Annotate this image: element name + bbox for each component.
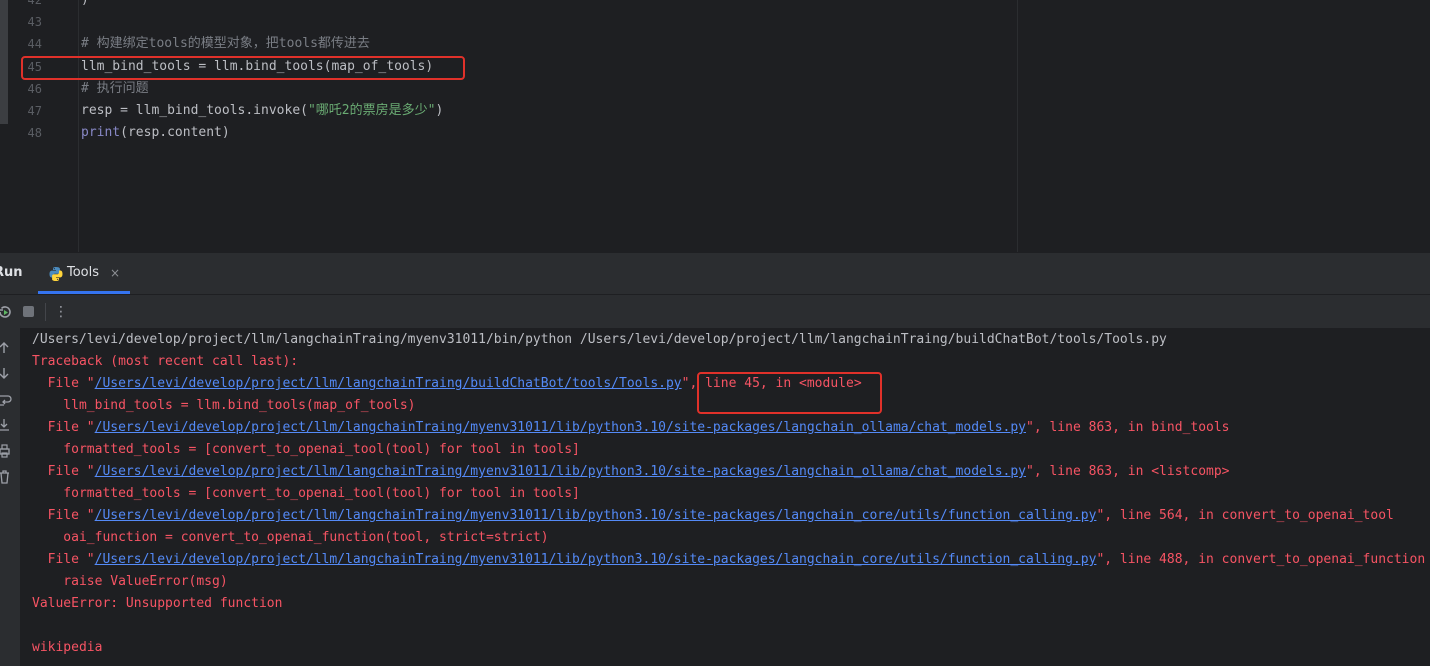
error-message: ValueError: Unsupported function (32, 596, 283, 611)
gutter-separator (78, 0, 79, 252)
more-options-icon[interactable]: ⋮ (54, 303, 68, 321)
code-line[interactable]: ) (81, 0, 89, 11)
traceback-code: llm_bind_tools = llm.bind_tools(map_of_t… (32, 398, 416, 413)
code-line[interactable]: # 执行问题 (81, 78, 149, 100)
code-text: ) (81, 0, 89, 7)
frame-mid: ", (1096, 552, 1120, 567)
console-side-toolbar (0, 328, 20, 666)
frame-mid: ", (1026, 464, 1050, 479)
console-output-text: wikipedia (32, 640, 103, 655)
code-keyword: print (81, 125, 121, 140)
traceback-code: raise ValueError(msg) (32, 574, 228, 589)
file-link[interactable]: /Users/levi/develop/project/llm/langchai… (95, 464, 1026, 479)
rerun-icon[interactable] (0, 303, 12, 321)
code-line[interactable]: resp = llm_bind_tools.invoke("哪吒2的票房是多少"… (81, 100, 443, 122)
code-comment: # 构建绑定tools的模型对象，把tools都传进去 (81, 36, 370, 51)
traceback-frame: File "/Users/levi/develop/project/llm/la… (32, 549, 1426, 571)
frame-prefix: File " (32, 376, 95, 391)
file-link[interactable]: /Users/levi/develop/project/llm/langchai… (95, 420, 1026, 435)
tab-tools[interactable]: Tools × (38, 253, 130, 295)
code-editor[interactable]: 42 43 44 45 46 47 48 ) # 构建绑定tools的模型对象，… (0, 0, 1430, 252)
traceback-frame: File "/Users/levi/develop/project/llm/la… (32, 505, 1394, 527)
run-toolbar: ⋮ (0, 294, 1430, 328)
frame-location: line 488, in convert_to_openai_function (1119, 552, 1426, 567)
traceback-code: formatted_tools = [convert_to_openai_too… (32, 442, 580, 457)
code-line[interactable]: print(resp.content) (81, 122, 230, 144)
frame-location: line 564, in convert_to_openai_tool (1119, 508, 1394, 523)
line-number: 48 (27, 126, 42, 140)
code-text: (resp.content) (120, 125, 230, 140)
frame-prefix: File " (32, 508, 95, 523)
code-string: "哪吒2的票房是多少" (307, 103, 436, 118)
file-link[interactable]: /Users/levi/develop/project/llm/langchai… (95, 376, 682, 391)
close-icon[interactable]: × (110, 266, 120, 280)
console-output[interactable]: /Users/levi/develop/project/llm/langchai… (20, 328, 1430, 666)
traceback-code: oai_function = convert_to_openai_functio… (32, 530, 549, 545)
soft-wrap-icon[interactable] (0, 393, 14, 407)
right-margin-guide (1017, 0, 1018, 252)
arrow-down-icon[interactable] (0, 366, 14, 380)
traceback-code: formatted_tools = [convert_to_openai_too… (32, 486, 580, 501)
toolbar-separator (45, 303, 46, 321)
code-line[interactable]: # 构建绑定tools的模型对象，把tools都传进去 (81, 33, 370, 55)
scroll-to-end-icon[interactable] (0, 418, 14, 432)
tab-tools-label: Tools (67, 265, 100, 280)
code-comment: # 执行问题 (81, 81, 149, 96)
file-link[interactable]: /Users/levi/develop/project/llm/langchai… (95, 508, 1097, 523)
frame-location: line 863, in bind_tools (1049, 420, 1230, 435)
frame-location: line 863, in <listcomp> (1049, 464, 1230, 479)
console-command-line: /Users/levi/develop/project/llm/langchai… (32, 332, 1167, 347)
arrow-up-icon[interactable] (0, 341, 14, 355)
line-number: 47 (27, 104, 42, 118)
run-panel-title[interactable]: Run (0, 265, 23, 280)
frame-prefix: File " (32, 552, 95, 567)
traceback-header: Traceback (most recent call last): (32, 354, 299, 369)
traceback-frame: File "/Users/levi/develop/project/llm/la… (32, 417, 1230, 439)
frame-prefix: File " (32, 420, 95, 435)
line-number: 44 (27, 37, 42, 51)
frame-prefix: File " (32, 464, 95, 479)
file-link[interactable]: /Users/levi/develop/project/llm/langchai… (95, 552, 1097, 567)
line-number: 43 (27, 15, 42, 29)
trash-icon[interactable] (0, 470, 14, 484)
annotation-box-line-45 (21, 56, 465, 80)
line-number: 42 (27, 0, 42, 7)
run-tab-bar: Run Tools × (0, 252, 1430, 294)
frame-mid: ", (1096, 508, 1120, 523)
line-number: 46 (27, 82, 42, 96)
stop-icon[interactable] (23, 306, 34, 317)
frame-mid: ", (1026, 420, 1050, 435)
code-text: resp = llm_bind_tools.invoke( (81, 103, 308, 118)
code-text: ) (435, 103, 444, 118)
editor-scrollbar[interactable] (0, 0, 8, 124)
print-icon[interactable] (0, 444, 14, 458)
python-icon (49, 267, 63, 281)
traceback-frame: File "/Users/levi/develop/project/llm/la… (32, 461, 1230, 483)
annotation-box-line-45-module (697, 372, 882, 414)
